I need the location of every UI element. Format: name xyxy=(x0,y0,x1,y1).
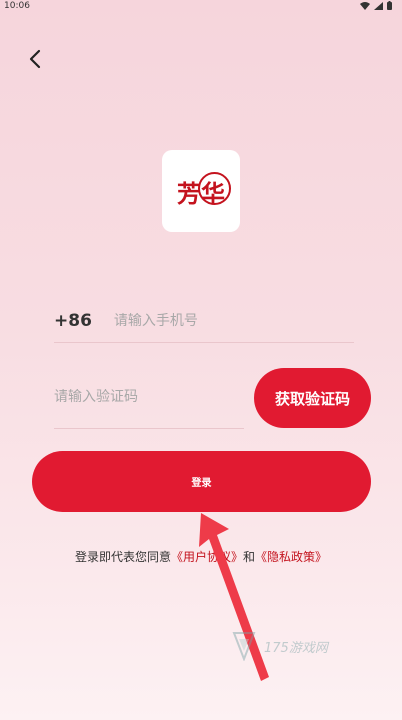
agreement-prefix: 登录即代表您同意 xyxy=(74,550,171,564)
code-row xyxy=(54,382,244,412)
watermark-text: 175游戏网 xyxy=(264,640,328,656)
watermark-logo-icon xyxy=(232,632,256,661)
get-code-button[interactable]: 获取验证码 xyxy=(254,368,371,428)
logo-char-hua: 华 xyxy=(198,171,231,209)
logo-wordmark: 芳华 xyxy=(177,171,231,209)
battery-icon xyxy=(387,1,392,10)
phone-row: +86 xyxy=(54,306,354,336)
login-button[interactable]: 登录 xyxy=(32,451,371,512)
chevron-left-icon xyxy=(29,49,41,69)
status-time: 10:06 xyxy=(4,1,30,11)
status-icons xyxy=(360,1,392,10)
status-bar: 10:06 xyxy=(0,0,402,14)
logo-char-fang: 芳 xyxy=(177,178,201,208)
phone-divider xyxy=(54,342,354,343)
wifi-icon xyxy=(360,1,370,10)
logo-circle xyxy=(198,171,231,205)
phone-input[interactable] xyxy=(113,313,304,329)
watermark: 175游戏网 xyxy=(230,628,360,664)
verification-code-input[interactable] xyxy=(54,389,234,405)
app-logo: 芳华 xyxy=(162,150,240,232)
country-code[interactable]: +86 xyxy=(54,311,92,331)
back-button[interactable] xyxy=(22,46,48,72)
signal-icon xyxy=(374,1,383,10)
code-divider xyxy=(54,428,244,429)
